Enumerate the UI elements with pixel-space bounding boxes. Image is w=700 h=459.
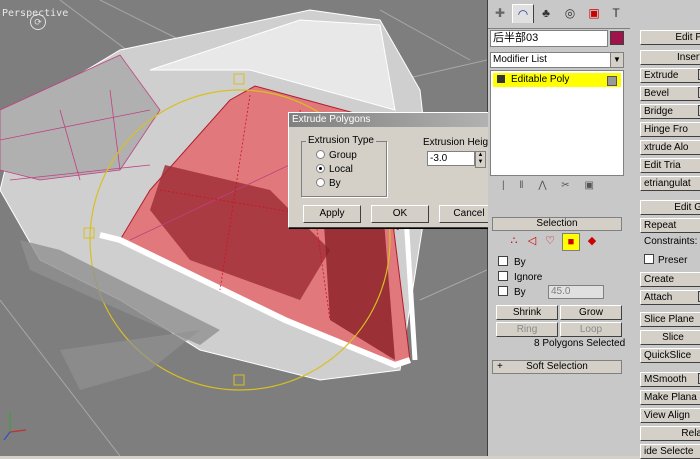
ok-button[interactable]: OK [371,205,429,223]
soft-selection-rollout-header[interactable]: + Soft Selection [492,360,622,374]
bridge-button[interactable]: Bridge [640,104,700,119]
light-bulb-icon[interactable] [607,76,617,86]
by-angle-checkbox[interactable]: By [498,286,526,298]
checkbox-label: By [514,287,526,298]
radio-group[interactable]: Group [316,150,357,161]
constraints-label: Constraints: [644,236,698,247]
make-unique-icon[interactable]: ⋀ [538,180,546,191]
expand-icon[interactable] [497,75,505,83]
create-button[interactable]: Create [640,272,700,287]
extrusion-type-label: Extrusion Type [306,135,376,146]
remove-modifier-icon[interactable]: ✂ [561,180,569,191]
dialog-title-bar[interactable]: Extrude Polygons ✕ [289,113,515,127]
polygon-icon[interactable]: ■ [562,233,580,251]
vertex-icon[interactable]: ∴ [506,233,522,249]
radio-icon [316,178,325,187]
rollout-title: Soft Selection [526,361,588,372]
hide-selected-button[interactable]: ide Selecte [640,444,700,459]
object-name-field[interactable]: 后半部03 [490,30,608,47]
stack-tools: | ǁ ⋀ ✂ ▣ [496,180,624,194]
grow-button[interactable]: Grow [560,305,622,320]
dialog-title: Extrude Polygons [292,114,371,125]
bevel-button[interactable]: Bevel [640,86,700,101]
loop-button[interactable]: Loop [560,322,622,337]
edit-polygons-column: Edit P Insert Extrude Bevel Bridge Hinge… [640,28,700,459]
modifier-list-label: Modifier List [493,54,547,65]
radio-label: By [329,178,341,189]
extrusion-type-group: Extrusion Type Group Local By [301,135,387,197]
perspective-viewport[interactable]: Perspective ⟳ [0,0,488,456]
object-color-swatch[interactable] [610,31,624,45]
edit-geometry-rollout-header[interactable]: Edit G [640,200,700,215]
view-align-button[interactable]: View Align [640,408,700,423]
element-icon[interactable]: ◆ [584,233,600,249]
preserve-uvs-checkbox[interactable]: Preser [644,254,687,266]
radio-icon [316,150,325,159]
stack-item-label: Editable Poly [511,74,570,85]
radio-by[interactable]: By [316,178,341,189]
utilities-icon[interactable]: T [606,4,626,22]
stack-item-editable-poly[interactable]: Editable Poly [493,73,621,87]
rollout-title: Edit P [675,32,700,43]
modify-icon[interactable]: ◠ [512,4,534,23]
selection-rollout-header[interactable]: Selection [492,217,622,231]
command-panel: ✚ ◠ ♣ ◎ ▣ T 后半部03 Modifier List ▼ Editab… [488,0,700,459]
slice-plane-button[interactable]: Slice Plane [640,312,700,327]
slice-button[interactable]: Slice [640,330,700,345]
checkbox-icon [498,256,508,266]
viewport-scene [0,0,487,456]
spinner-icon[interactable]: ▲ ▼ [475,151,486,168]
pin-stack-icon[interactable]: | [502,180,505,191]
extrude-polygons-dialog: Extrude Polygons ✕ Extrusion Type Group … [288,112,516,228]
repeat-last-button[interactable]: Repeat [640,218,700,233]
edit-triangulation-button[interactable]: Edit Tria [640,158,700,173]
extrude-button[interactable]: Extrude [640,68,700,83]
motion-icon[interactable]: ◎ [560,4,580,22]
checkbox-icon [498,271,508,281]
radio-label: Local [329,164,353,175]
make-planar-button[interactable]: Make Plana [640,390,700,405]
rollout-title: Edit G [674,202,700,213]
relax-button[interactable]: Rela [640,426,700,441]
expand-icon: + [497,361,503,372]
modifier-stack[interactable]: Editable Poly [490,70,624,176]
quickslice-button[interactable]: QuickSlice [640,348,700,363]
checkbox-label: Ignore [514,272,543,283]
display-icon[interactable]: ▣ [584,4,604,22]
modifier-list-dropdown[interactable]: Modifier List ▼ [490,52,624,68]
apply-button[interactable]: Apply [303,205,361,223]
show-end-result-icon[interactable]: ǁ [519,180,523,191]
hinge-from-edge-button[interactable]: Hinge Fro [640,122,700,137]
checkbox-icon [644,254,654,264]
edit-polygons-rollout-header[interactable]: Edit P [640,30,700,45]
msmooth-button[interactable]: MSmooth [640,372,700,387]
attach-button[interactable]: Attach [640,290,700,305]
extrusion-height-input[interactable]: -3.0 [427,151,475,166]
chevron-down-icon: ▼ [610,53,623,67]
shrink-button[interactable]: Shrink [496,305,558,320]
hierarchy-icon[interactable]: ♣ [536,4,556,22]
ignore-backfacing-checkbox[interactable]: Ignore [498,271,542,283]
radio-selected-icon [316,164,325,173]
radio-label: Group [329,150,357,161]
edge-icon[interactable]: ◁ [524,233,540,249]
checkbox-label: Preser [658,255,688,266]
extrude-along-spline-button[interactable]: xtrude Alo [640,140,700,155]
ring-button[interactable]: Ring [496,322,558,337]
configure-sets-icon[interactable]: ▣ [584,180,593,191]
angle-input[interactable]: 45.0 [548,285,604,299]
rollout-title: Selection [536,218,578,229]
selection-status: 8 Polygons Selected [534,338,626,349]
radio-local[interactable]: Local [316,164,353,175]
orbit-cursor-icon: ⟳ [30,14,46,30]
create-icon[interactable]: ✚ [490,4,510,22]
border-icon[interactable]: ♡ [542,233,558,249]
retriangulate-button[interactable]: etriangulat [640,176,700,191]
insert-vertex-button[interactable]: Insert [640,50,700,65]
checkbox-icon [498,286,508,296]
checkbox-label: By [514,257,526,268]
command-panel-tabs: ✚ ◠ ♣ ◎ ▣ T [488,0,630,29]
by-vertex-checkbox[interactable]: By [498,256,526,268]
